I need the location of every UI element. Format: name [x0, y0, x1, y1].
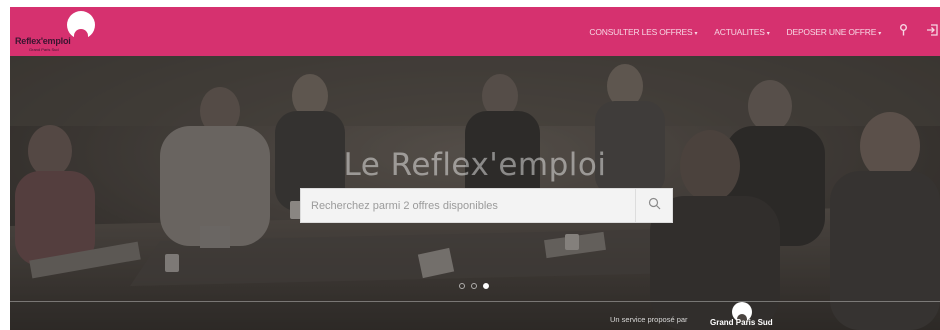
carousel-dot-2[interactable] — [471, 283, 477, 289]
logo-text: Reflex'emploi — [15, 36, 71, 46]
logo-subtitle: Grand Paris Sud — [29, 47, 59, 52]
search-icon — [648, 197, 661, 215]
search-input[interactable] — [301, 189, 655, 222]
nav-label: ACTUALITES — [714, 26, 765, 37]
search-button[interactable] — [635, 189, 672, 222]
nav-consulter-offres[interactable]: CONSULTER LES OFFRES ▾ — [589, 27, 697, 37]
nav-label: DEPOSER UNE OFFRE — [786, 26, 877, 37]
service-provided-by-text: Un service proposé par — [610, 315, 688, 324]
divider — [10, 301, 940, 302]
carousel-dot-1[interactable] — [459, 283, 465, 289]
hero-title: Le Reflex'emploi — [343, 146, 607, 183]
sign-in-icon[interactable] — [926, 24, 938, 39]
logo-mark — [67, 11, 95, 39]
search-bar — [300, 188, 673, 223]
hero-banner: Le Reflex'emploi Un service proposé par … — [10, 56, 940, 330]
caret-down-icon: ▾ — [878, 30, 881, 37]
carousel-indicators — [459, 283, 489, 289]
carousel-dot-3-active[interactable] — [483, 283, 489, 289]
map-pin-icon[interactable] — [899, 24, 908, 39]
caret-down-icon: ▾ — [694, 30, 698, 37]
nav-label: CONSULTER LES OFFRES — [589, 26, 693, 37]
top-navbar: Reflex'emploi Grand Paris Sud CONSULTER … — [10, 7, 940, 56]
page-frame: Reflex'emploi Grand Paris Sud CONSULTER … — [10, 7, 940, 330]
site-logo[interactable]: Reflex'emploi Grand Paris Sud — [15, 11, 95, 53]
main-nav: CONSULTER LES OFFRES ▾ ACTUALITES ▾ DEPOSE… — [572, 7, 940, 56]
grand-paris-sud-logo[interactable]: Grand Paris Sud — [710, 302, 776, 328]
caret-down-icon: ▾ — [766, 30, 770, 37]
grand-paris-sud-text: Grand Paris Sud — [710, 318, 773, 327]
nav-deposer-offre[interactable]: DEPOSER UNE OFFRE ▾ — [786, 26, 882, 37]
nav-actualites[interactable]: ACTUALITES ▾ — [714, 27, 769, 37]
